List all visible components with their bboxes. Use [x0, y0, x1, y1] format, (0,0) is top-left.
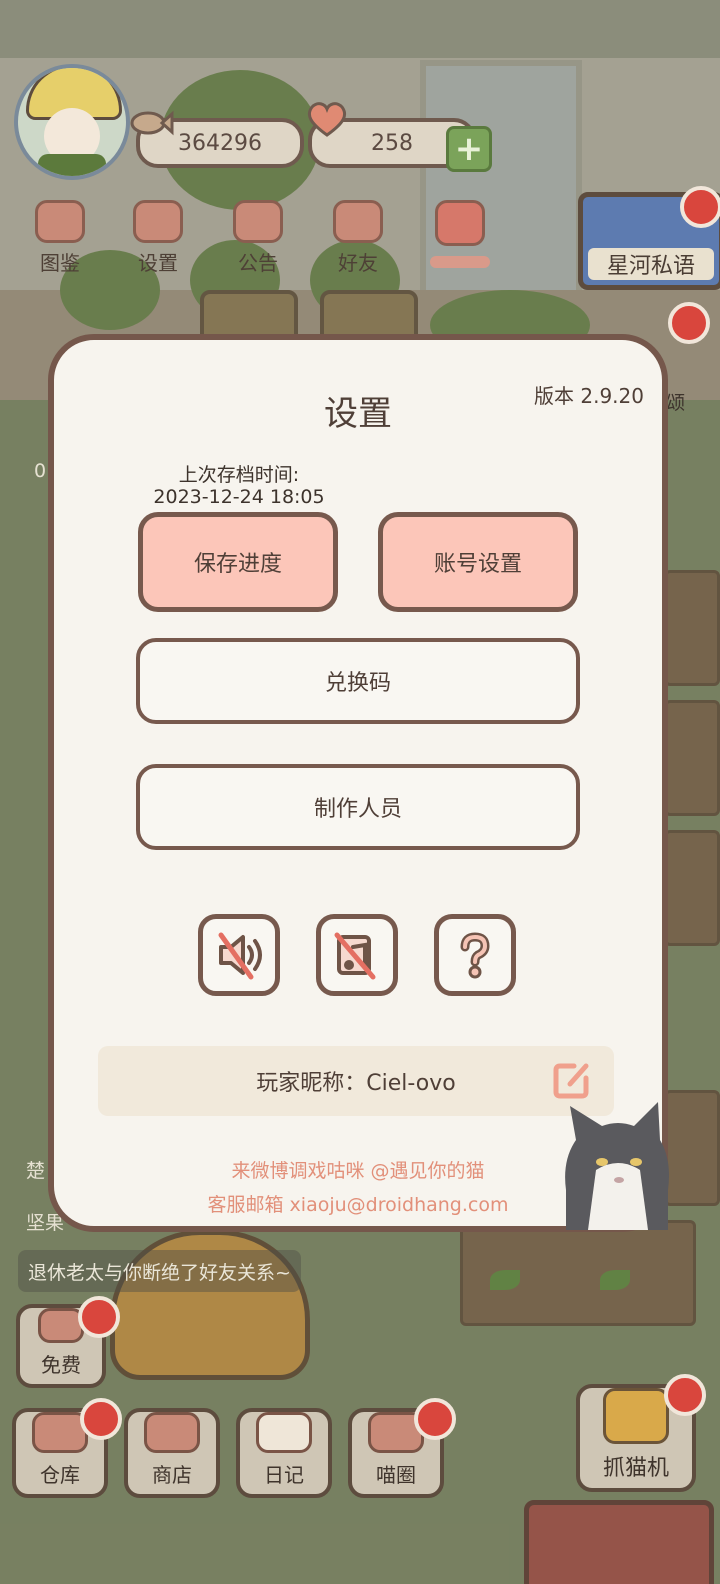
- fish-count: 364296: [178, 130, 262, 156]
- friends-button[interactable]: 好友: [318, 200, 398, 276]
- settings-button[interactable]: 设置: [118, 200, 198, 276]
- redeem-code-label: 兑换码: [324, 671, 391, 696]
- side-counter: 0: [34, 460, 47, 482]
- gift-icon: [233, 200, 283, 243]
- announcement-button[interactable]: 公告: [218, 200, 298, 276]
- save-progress-label: 保存进度: [193, 552, 282, 577]
- announcement-label: 公告: [238, 251, 278, 275]
- notification-dot: [78, 1296, 120, 1338]
- help-button[interactable]: [434, 914, 516, 996]
- cat-face-icon: [35, 200, 85, 243]
- heart-icon: [304, 100, 350, 138]
- credits-button[interactable]: 制作人员: [136, 764, 580, 850]
- diary-button[interactable]: 日记: [236, 1408, 332, 1498]
- player-avatar[interactable]: [14, 64, 130, 180]
- collection-label: 图鉴: [40, 251, 80, 275]
- notification-dot: [414, 1398, 456, 1440]
- notification-dot: [664, 1374, 706, 1416]
- last-save-label: 上次存档时间:: [178, 464, 300, 486]
- credits-label: 制作人员: [313, 797, 402, 822]
- friends-label: 好友: [338, 251, 378, 275]
- last-save-time: 2023-12-24 18:05: [153, 486, 325, 508]
- edit-nickname-button[interactable]: [550, 1058, 594, 1102]
- toast-text: 退休老太与你断绝了好友关系~: [28, 1261, 291, 1284]
- notification-dot: [80, 1398, 122, 1440]
- gear-icon: [133, 200, 183, 243]
- diary-icon: [256, 1412, 312, 1453]
- settings-dialog: 设置 版本 2.9.20 上次存档时间: 2023-12-24 18:05 保存…: [48, 334, 669, 1232]
- claw-machine-label: 抓猫机: [602, 1456, 669, 1481]
- free-label: 免费: [41, 1353, 81, 1377]
- help-icon: [460, 932, 490, 979]
- friend-notice-toast: 退休老太与你断绝了好友关系~: [18, 1250, 301, 1292]
- music-muted-icon: [334, 932, 376, 980]
- diary-label: 日记: [264, 1463, 304, 1487]
- warehouse-label: 仓库: [40, 1463, 80, 1487]
- shop-button[interactable]: 商店: [124, 1408, 220, 1498]
- settings-label: 设置: [138, 251, 178, 275]
- save-progress-button[interactable]: 保存进度: [138, 512, 338, 612]
- side-label-song: 颂: [666, 392, 686, 414]
- hearts-icon: [435, 200, 485, 246]
- event-sign-label: 星河私语: [588, 248, 714, 280]
- nickname-text: 玩家昵称：Ciel-ovo: [256, 1071, 456, 1096]
- account-settings-button[interactable]: 账号设置: [378, 512, 578, 612]
- nickname-field: 玩家昵称：Ciel-ovo: [98, 1046, 614, 1116]
- shop-label: 商店: [152, 1463, 192, 1487]
- shop-icon: [144, 1412, 200, 1453]
- collection-button[interactable]: 图鉴: [20, 200, 100, 276]
- meow-circle-label: 喵圈: [376, 1463, 416, 1487]
- sound-toggle-button[interactable]: [198, 914, 280, 996]
- claw-icon: [603, 1388, 669, 1444]
- music-toggle-button[interactable]: [316, 914, 398, 996]
- fish-icon: [128, 104, 174, 142]
- notification-dot: [668, 302, 710, 344]
- friends-icon: [333, 200, 383, 243]
- version-label: 版本 2.9.20: [534, 384, 644, 408]
- cat-photo: [565, 1102, 669, 1230]
- likes-button[interactable]: [420, 200, 500, 276]
- sound-muted-icon: [218, 932, 262, 980]
- edit-icon: [553, 1063, 589, 1099]
- heart-bag-icon: [38, 1308, 84, 1343]
- add-currency-button[interactable]: +: [446, 126, 492, 172]
- account-settings-label: 账号设置: [433, 552, 522, 577]
- redeem-code-button[interactable]: 兑换码: [136, 638, 580, 724]
- heart-count: 258: [371, 130, 413, 156]
- notification-dot: [680, 186, 720, 228]
- likes-progress: [430, 256, 490, 268]
- side-label-chu: 楚: [26, 1160, 46, 1182]
